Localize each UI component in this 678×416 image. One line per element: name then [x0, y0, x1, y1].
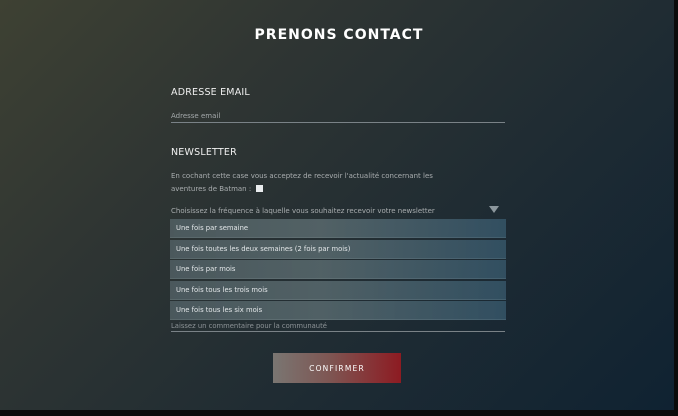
newsletter-section-label: NEWSLETTER: [171, 147, 237, 158]
frequency-option[interactable]: Une fois tous les trois mois: [170, 280, 506, 300]
email-section-label: ADRESSE EMAIL: [171, 87, 250, 98]
window-edge-right: [674, 0, 678, 416]
consent-line-2: aventures de Batman :: [171, 185, 252, 193]
consent-line-1: En cochant cette case vous acceptez de r…: [171, 172, 433, 180]
frequency-dropdown-list: Une fois par semaine Une fois toutes les…: [170, 219, 506, 322]
frequency-select-label[interactable]: Choisissez la fréquence à laquelle vous …: [171, 207, 435, 215]
newsletter-consent-text: En cochant cette case vous acceptez de r…: [171, 170, 471, 196]
frequency-option[interactable]: Une fois tous les six mois: [170, 301, 506, 321]
comment-input[interactable]: Laissez un commentaire pour la communaut…: [171, 321, 505, 332]
confirm-button[interactable]: CONFIRMER: [273, 353, 401, 383]
page-title: PRENONS CONTACT: [254, 27, 424, 43]
frequency-option[interactable]: Une fois toutes les deux semaines (2 foi…: [170, 239, 506, 259]
email-input[interactable]: [171, 110, 505, 123]
newsletter-checkbox[interactable]: [256, 185, 264, 192]
window-edge-bottom: [0, 410, 678, 416]
frequency-option[interactable]: Une fois par semaine: [170, 219, 506, 238]
chevron-down-icon[interactable]: [489, 206, 499, 213]
frequency-option[interactable]: Une fois par mois: [170, 260, 506, 280]
